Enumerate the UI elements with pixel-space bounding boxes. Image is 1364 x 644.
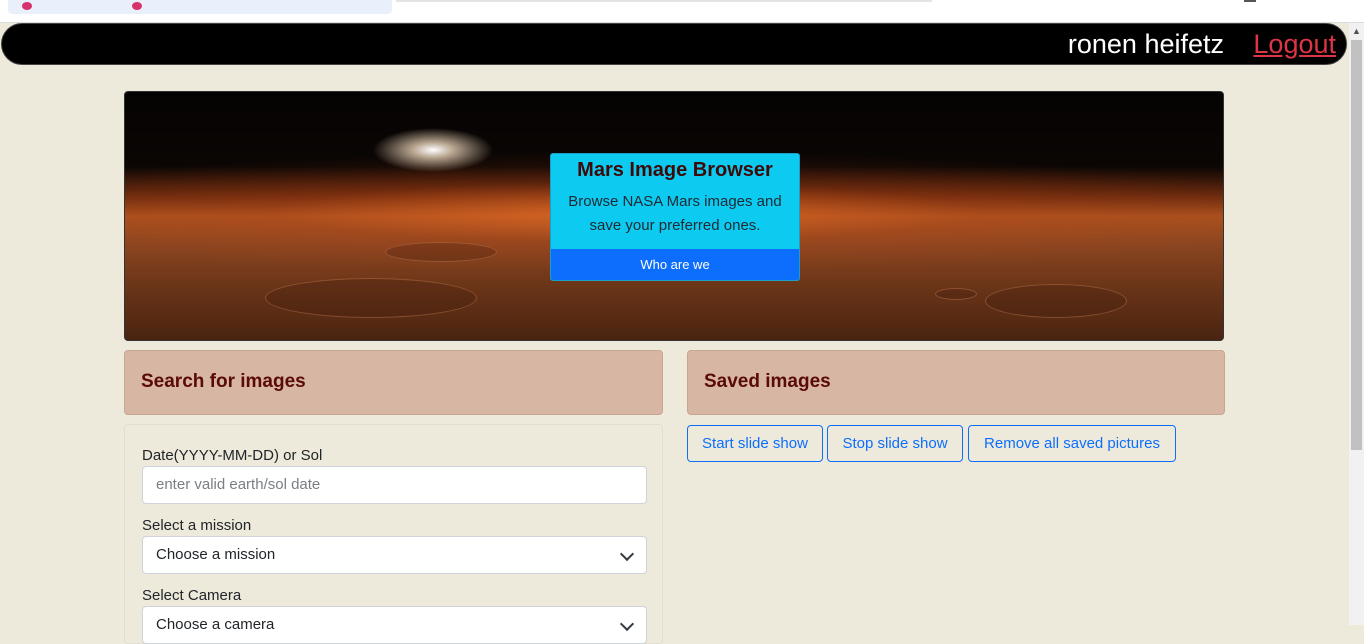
saved-section-title: Saved images (704, 371, 831, 392)
crater-decoration (985, 284, 1127, 318)
tab-favicon-icon (22, 2, 32, 10)
remove-all-saved-button[interactable]: Remove all saved pictures (968, 425, 1176, 462)
logout-link[interactable]: Logout (1253, 27, 1336, 61)
crater-decoration (265, 278, 477, 318)
hero-description: Browse NASA Mars images and save your pr… (568, 193, 782, 234)
scroll-up-arrow-icon[interactable]: ▲ (1349, 23, 1364, 40)
search-section-title: Search for images (141, 371, 306, 392)
chevron-down-icon (619, 616, 635, 632)
tab-favicon-icon (132, 2, 142, 10)
browser-tab-strip (0, 0, 1364, 23)
date-field-label: Date(YYYY-MM-DD) or Sol (142, 447, 323, 464)
search-section-header: Search for images (124, 350, 663, 415)
chevron-down-icon (619, 546, 635, 562)
stop-slide-show-button[interactable]: Stop slide show (827, 425, 963, 462)
user-name: ronen heifetz (1067, 29, 1224, 59)
hero-info-card: Mars Image Browser Browse NASA Mars imag… (550, 153, 800, 281)
camera-select[interactable]: Choose a camera (142, 606, 647, 644)
browser-tab[interactable] (8, 0, 392, 14)
search-form: Date(YYYY-MM-DD) or Sol enter valid eart… (124, 424, 663, 644)
mission-field-label: Select a mission (142, 517, 252, 534)
top-navbar: ronen heifetz Logout (1, 23, 1347, 65)
crater-decoration (935, 288, 977, 300)
date-input[interactable]: enter valid earth/sol date (142, 466, 647, 504)
camera-field-label: Select Camera (142, 587, 242, 604)
browser-tab-divider (396, 0, 932, 2)
mission-select[interactable]: Choose a mission (142, 536, 647, 574)
mission-select-value: Choose a mission (156, 546, 276, 563)
crater-decoration (385, 242, 497, 262)
hero-title: Mars Image Browser (577, 159, 773, 181)
who-are-we-button[interactable]: Who are we (551, 249, 799, 280)
start-slide-show-button[interactable]: Start slide show (687, 425, 823, 462)
saved-section-header: Saved images (687, 350, 1225, 415)
minimize-icon[interactable] (1244, 0, 1256, 2)
scrollbar-thumb[interactable] (1351, 40, 1362, 450)
